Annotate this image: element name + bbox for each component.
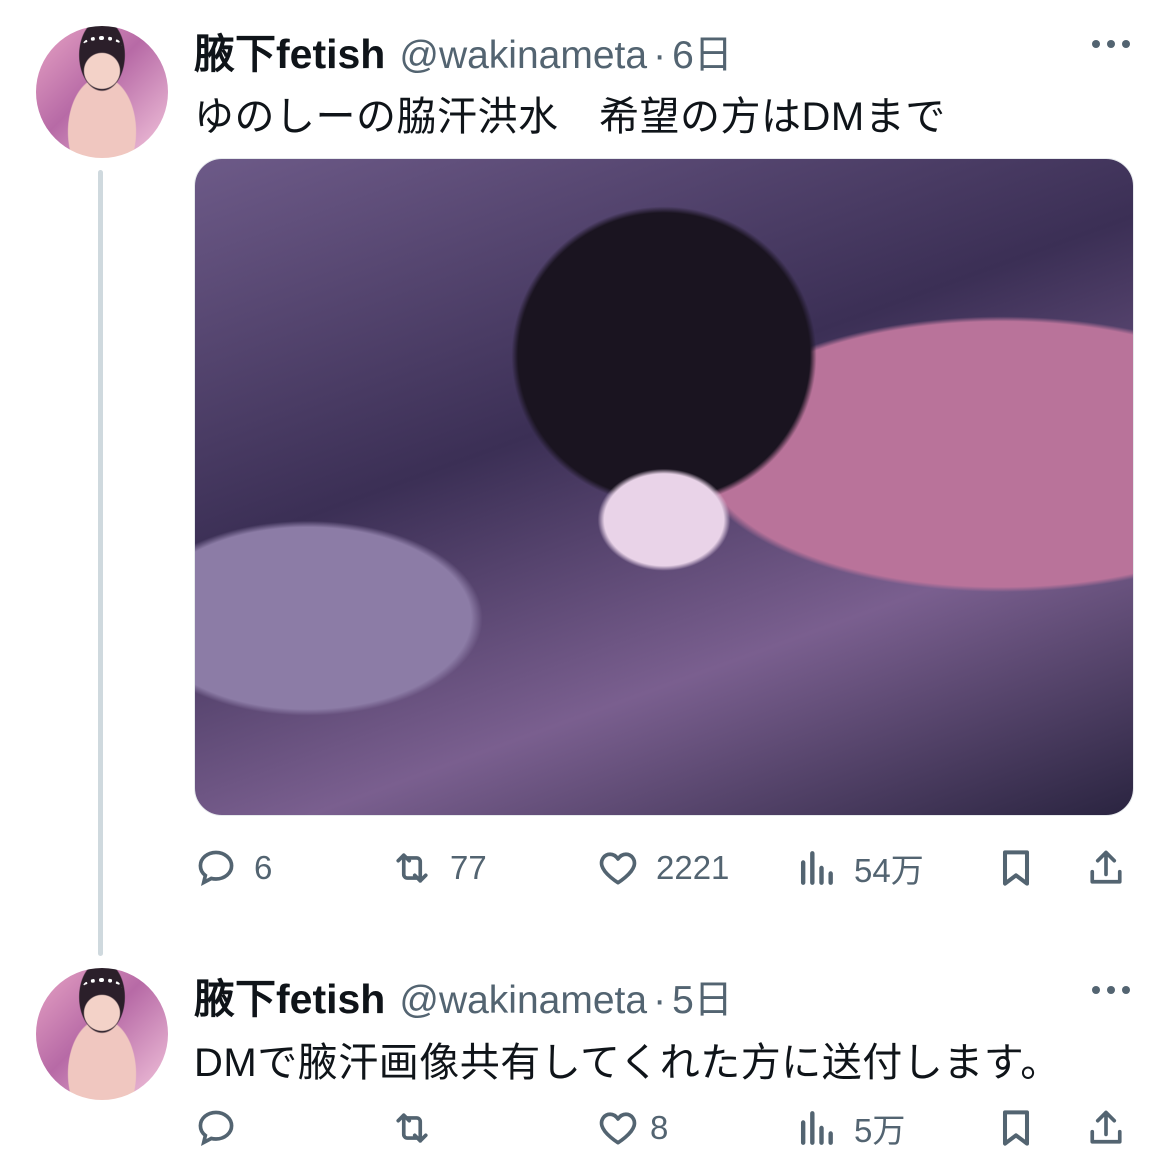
separator-dot: ·	[653, 979, 667, 1022]
tiara-decoration	[82, 978, 122, 998]
share-upload-icon	[1090, 1110, 1122, 1144]
tweet-actions: 6 77 2221 54万	[194, 838, 1134, 898]
bar-chart-icon	[800, 851, 833, 885]
like-count: 2221	[656, 849, 730, 886]
tweet-text: ゆのしーの脇汗洪水 希望の方はDMまで	[194, 95, 946, 139]
avatar[interactable]	[36, 968, 168, 1100]
bar-chart-icon	[800, 1111, 833, 1145]
retweet-button[interactable]: 77	[390, 838, 487, 898]
author-handle[interactable]: @wakinameta	[399, 979, 647, 1023]
bookmark-icon	[1002, 850, 1030, 886]
share-upload-icon	[1090, 850, 1122, 884]
author-name[interactable]: 腋下fetish	[194, 20, 385, 80]
tweet-photo[interactable]	[194, 158, 1134, 816]
thread-connector-line	[98, 170, 103, 956]
tweet-text: DMで腋汗画像共有してくれた方に送付します。	[194, 1041, 1061, 1085]
separator-dot: ·	[653, 34, 667, 77]
share-button[interactable]	[1084, 1098, 1128, 1158]
more-dots-icon[interactable]	[1092, 986, 1130, 994]
retweet-button[interactable]	[390, 1098, 434, 1158]
views-button[interactable]: 5万	[794, 1098, 905, 1158]
author-handle[interactable]: @wakinameta	[399, 34, 647, 78]
retweet-arrows-icon	[396, 853, 428, 883]
reply-count: 6	[254, 849, 273, 886]
tweet-header: 腋下fetish @wakinameta · 6日	[194, 20, 733, 80]
bookmark-button[interactable]	[994, 838, 1038, 898]
comment-bubble-icon	[198, 1110, 234, 1147]
heart-icon	[599, 1112, 637, 1145]
comment-bubble-icon	[198, 850, 234, 887]
retweet-count: 77	[450, 849, 487, 886]
more-dots-icon[interactable]	[1092, 40, 1130, 48]
reply-button[interactable]	[194, 1098, 238, 1158]
like-count: 8	[650, 1109, 669, 1146]
timestamp[interactable]: 6日	[672, 24, 733, 80]
bookmark-button[interactable]	[994, 1098, 1038, 1158]
tweet-2[interactable]: 腋下fetish @wakinameta · 5日 DMで腋汗画像共有してくれた…	[0, 950, 1170, 1150]
view-count: 54万	[854, 852, 924, 889]
share-button[interactable]	[1084, 838, 1128, 898]
bookmark-icon	[1002, 1110, 1030, 1146]
timestamp[interactable]: 5日	[672, 969, 733, 1025]
tiara-decoration	[82, 36, 122, 56]
tweet-header: 腋下fetish @wakinameta · 5日	[194, 965, 733, 1025]
like-button[interactable]: 8	[596, 1098, 668, 1158]
author-name[interactable]: 腋下fetish	[194, 965, 385, 1025]
avatar[interactable]	[36, 26, 168, 158]
tweet-1[interactable]: 腋下fetish @wakinameta · 6日 ゆのしーの脇汗洪水 希望の方…	[0, 0, 1170, 956]
tweet-actions: 8 5万	[194, 1098, 1134, 1158]
views-button[interactable]: 54万	[794, 838, 924, 898]
heart-icon	[599, 852, 637, 885]
like-button[interactable]: 2221	[596, 838, 729, 898]
retweet-arrows-icon	[396, 1113, 428, 1143]
reply-button[interactable]: 6	[194, 838, 272, 898]
view-count: 5万	[854, 1112, 906, 1149]
